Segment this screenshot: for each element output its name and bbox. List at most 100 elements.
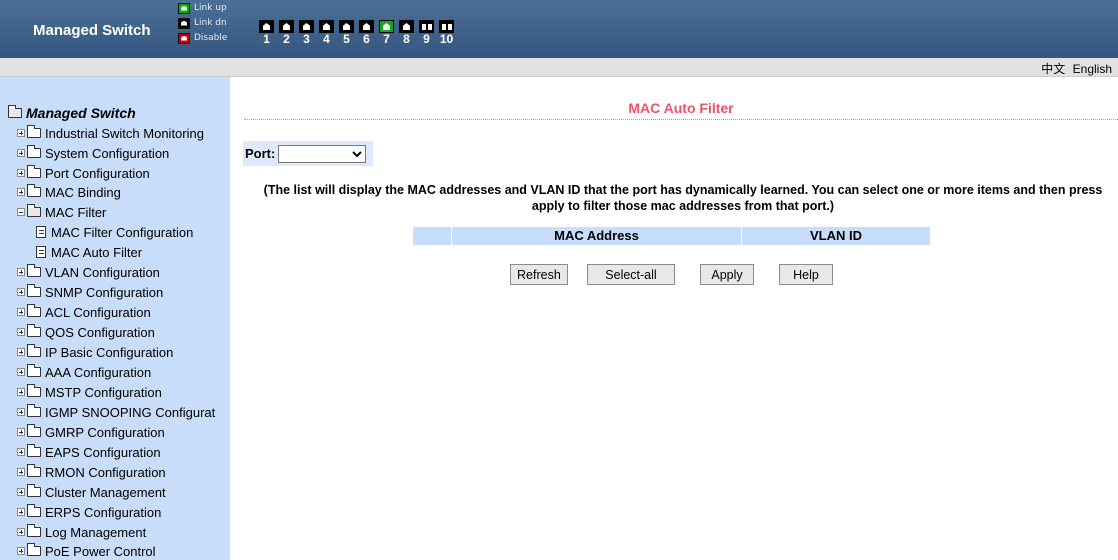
port-panel: 1 2 3 4 5 6 7 8 9 10	[259, 20, 454, 45]
port-8[interactable]: 8	[399, 20, 414, 45]
folder-icon	[27, 264, 41, 277]
sidebar-item-industrial-switch-monitoring[interactable]: Industrial Switch Monitoring	[17, 123, 204, 143]
expand-plus-icon[interactable]	[17, 468, 25, 476]
expand-plus-icon[interactable]	[17, 388, 25, 396]
folder-icon	[27, 344, 41, 357]
sidebar-item-vlan-configuration[interactable]: VLAN Configuration	[17, 262, 160, 282]
tree-root[interactable]: Managed Switch	[8, 105, 136, 121]
sidebar-item-mac-binding[interactable]: MAC Binding	[17, 182, 121, 202]
sidebar-item-igmp-snooping-configuration[interactable]: IGMP SNOOPING Configurat	[17, 402, 215, 422]
folder-icon	[27, 364, 41, 377]
port-10[interactable]: 10	[439, 20, 454, 45]
folder-icon	[27, 504, 41, 517]
sidebar-item-eaps-configuration[interactable]: EAPS Configuration	[17, 442, 161, 462]
folder-icon	[27, 125, 41, 138]
sidebar-tree: Managed Switch Industrial Switch Monitor…	[0, 77, 230, 560]
expand-plus-icon[interactable]	[17, 368, 25, 376]
collapse-minus-icon[interactable]	[17, 208, 25, 216]
port-label: Port:	[245, 146, 276, 161]
sidebar-item-mac-filter-configuration[interactable]: MAC Filter Configuration	[36, 222, 193, 242]
refresh-button[interactable]: Refresh	[510, 264, 568, 285]
folder-icon	[27, 464, 41, 477]
sidebar-item-mstp-configuration[interactable]: MSTP Configuration	[17, 382, 162, 402]
port-10-icon	[439, 20, 454, 33]
sidebar-item-port-configuration[interactable]: Port Configuration	[17, 163, 150, 183]
folder-icon	[27, 404, 41, 417]
sidebar-item-cluster-management[interactable]: Cluster Management	[17, 482, 166, 502]
sidebar-item-mac-filter[interactable]: MAC Filter	[17, 202, 106, 222]
port-9-icon	[419, 20, 434, 33]
expand-plus-icon[interactable]	[17, 528, 25, 536]
port-1[interactable]: 1	[259, 20, 274, 45]
link-down-icon	[178, 17, 190, 29]
vlan-id-column-header: VLAN ID	[741, 227, 930, 245]
folder-open-icon	[27, 204, 41, 217]
lang-chinese-link[interactable]: 中文	[1041, 62, 1065, 76]
sidebar-item-acl-configuration[interactable]: ACL Configuration	[17, 302, 151, 322]
folder-icon	[27, 324, 41, 337]
port-5-icon	[339, 20, 354, 33]
expand-plus-icon[interactable]	[17, 169, 25, 177]
expand-plus-icon[interactable]	[17, 308, 25, 316]
expand-plus-icon[interactable]	[17, 408, 25, 416]
legend-link-down: Link dn	[178, 17, 227, 29]
page-icon	[36, 226, 46, 238]
expand-plus-icon[interactable]	[17, 328, 25, 336]
folder-icon	[27, 284, 41, 297]
sidebar-item-rmon-configuration[interactable]: RMON Configuration	[17, 462, 166, 482]
expand-plus-icon[interactable]	[17, 188, 25, 196]
expand-plus-icon[interactable]	[17, 288, 25, 296]
port-7[interactable]: 7	[379, 20, 394, 45]
top-banner: Managed Switch Link up Link dn Disable 1…	[0, 0, 1118, 58]
folder-icon	[27, 424, 41, 437]
folder-icon	[27, 145, 41, 158]
action-buttons: Refresh Select-all Apply Help	[230, 264, 1118, 286]
legend-link-up: Link up	[178, 2, 227, 14]
expand-plus-icon[interactable]	[17, 268, 25, 276]
expand-plus-icon[interactable]	[17, 508, 25, 516]
sidebar-item-aaa-configuration[interactable]: AAA Configuration	[17, 362, 151, 382]
expand-plus-icon[interactable]	[17, 149, 25, 157]
sidebar-item-ip-basic-configuration[interactable]: IP Basic Configuration	[17, 342, 173, 362]
language-bar: 中文 English	[0, 58, 1118, 77]
description-text: (The list will display the MAC addresses…	[263, 183, 1103, 213]
sidebar-item-mac-auto-filter[interactable]: MAC Auto Filter	[36, 242, 142, 262]
disable-icon	[178, 32, 190, 44]
port-selector-box: Port:	[243, 141, 373, 166]
apply-button[interactable]: Apply	[700, 264, 754, 285]
port-4[interactable]: 4	[319, 20, 334, 45]
expand-plus-icon[interactable]	[17, 547, 25, 555]
sidebar-item-gmrp-configuration[interactable]: GMRP Configuration	[17, 422, 165, 442]
expand-plus-icon[interactable]	[17, 129, 25, 137]
port-select[interactable]	[278, 144, 367, 163]
port-9[interactable]: 9	[419, 20, 434, 45]
legend-disable: Disable	[178, 32, 227, 44]
help-button[interactable]: Help	[779, 264, 833, 285]
link-up-icon	[178, 2, 190, 14]
sidebar-item-snmp-configuration[interactable]: SNMP Configuration	[17, 282, 163, 302]
mac-address-column-header: MAC Address	[451, 227, 741, 245]
expand-plus-icon[interactable]	[17, 448, 25, 456]
expand-plus-icon[interactable]	[17, 348, 25, 356]
port-1-icon	[259, 20, 274, 33]
sidebar-item-poe-power-control[interactable]: PoE Power Control	[17, 541, 156, 560]
expand-plus-icon[interactable]	[17, 428, 25, 436]
folder-icon	[27, 304, 41, 317]
port-2-icon	[279, 20, 294, 33]
port-3[interactable]: 3	[299, 20, 314, 45]
sidebar-item-qos-configuration[interactable]: QOS Configuration	[17, 322, 155, 342]
port-5[interactable]: 5	[339, 20, 354, 45]
sidebar-item-erps-configuration[interactable]: ERPS Configuration	[17, 502, 161, 522]
folder-icon	[27, 543, 41, 556]
main-content: MAC Auto Filter Port: (The list will dis…	[230, 77, 1118, 560]
lang-english-link[interactable]: English	[1073, 62, 1112, 76]
select-all-button[interactable]: Select-all	[587, 264, 675, 285]
expand-plus-icon[interactable]	[17, 488, 25, 496]
port-2[interactable]: 2	[279, 20, 294, 45]
sidebar-item-log-management[interactable]: Log Management	[17, 522, 146, 542]
port-7-icon	[379, 20, 394, 33]
folder-icon	[27, 165, 41, 178]
port-6[interactable]: 6	[359, 20, 374, 45]
sidebar-item-system-configuration[interactable]: System Configuration	[17, 143, 169, 163]
folder-icon	[27, 484, 41, 497]
